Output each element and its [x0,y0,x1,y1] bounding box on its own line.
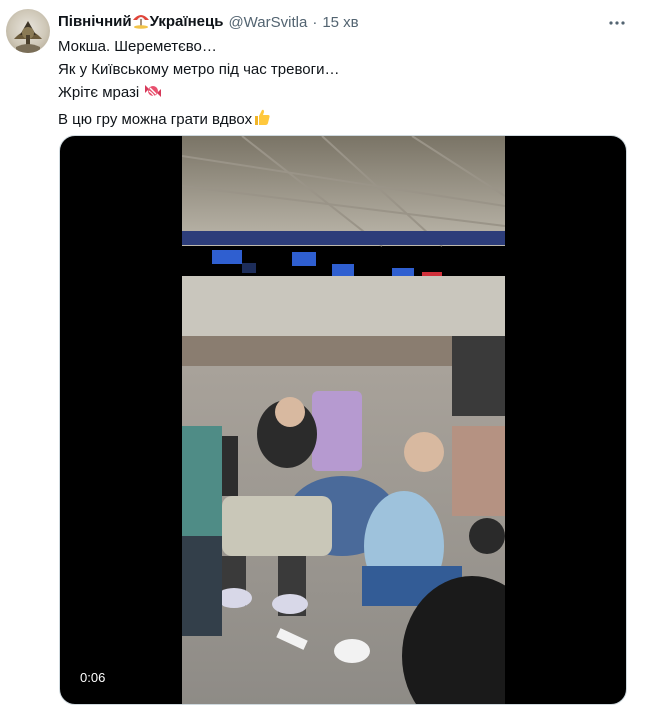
video-elapsed-time: 0:06 [74,668,112,687]
tweet-text-line-3: Жрітє мразі [58,81,339,107]
display-name-text: Північний [58,13,132,30]
umbrella-on-ground-icon [132,11,150,33]
avatar-image [14,21,42,53]
tweet-text-line-4-text: В цю гру можна грати вдвох [58,111,253,128]
tweet-text-line-3-text: Жрітє мразі [58,84,140,101]
tweet-text: Мокша. Шереметєво… Як у Київському метро… [58,35,339,134]
avatar[interactable] [6,9,50,53]
video-thumbnail [182,136,505,704]
tweet[interactable]: Північний Українець @WarSvitla · 15 хв М… [0,0,647,712]
display-name[interactable]: Північний Українець [58,11,223,33]
video-player[interactable]: 0:06 [59,135,627,705]
tweet-text-line-1: Мокша. Шереметєво… [58,38,217,55]
more-icon[interactable] [604,10,630,36]
display-name-suffix: Українець [149,13,224,30]
tweet-timestamp[interactable]: 15 хв [322,14,358,31]
thumbs-up-icon [252,107,272,134]
tweet-text-line-4: В цю гру можна грати вдвох [58,107,339,134]
user-handle[interactable]: @WarSvitla [228,14,307,31]
tweet-header: Північний Українець @WarSvitla · 15 хв [58,12,359,32]
candy-icon [143,82,163,107]
separator-dot: · [312,13,318,31]
tweet-text-line-2: Як у Київському метро під час тревоги… [58,61,340,78]
video-frame [182,136,505,704]
